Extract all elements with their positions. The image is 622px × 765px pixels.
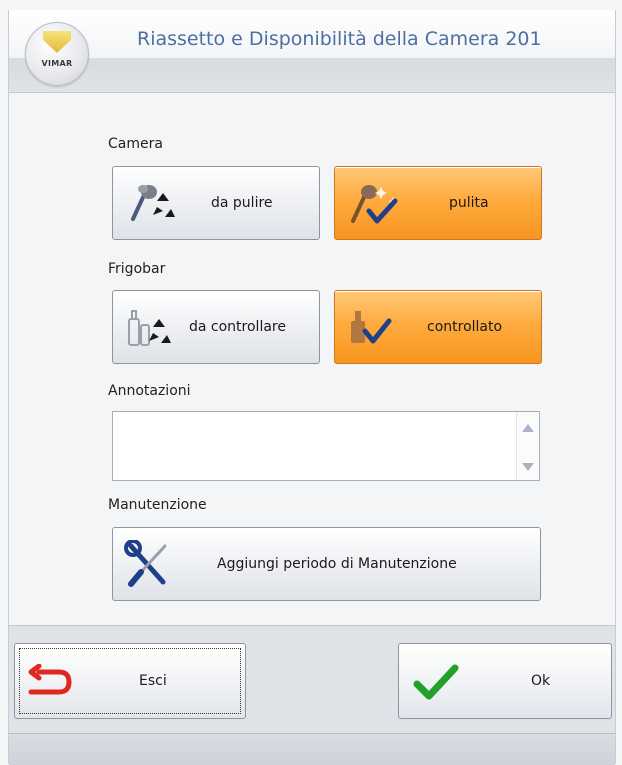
status-bar bbox=[9, 733, 615, 765]
camera-clean-button[interactable]: pulita bbox=[334, 166, 542, 240]
window-title: Riassetto e Disponibilità della Camera 2… bbox=[137, 28, 542, 50]
minibar-checked-label: controllato bbox=[427, 319, 503, 335]
checkmark-icon bbox=[413, 664, 459, 700]
vimar-logo-mark bbox=[43, 31, 71, 53]
ok-label: Ok bbox=[531, 673, 551, 689]
bottles-check-icon bbox=[351, 311, 392, 344]
scroll-down-arrow-icon[interactable] bbox=[522, 463, 534, 471]
dialog-window: VIMAR Riassetto e Disponibilità della Ca… bbox=[8, 10, 616, 765]
minibar-label: Frigobar bbox=[108, 261, 166, 277]
minibar-to-check-button[interactable]: da controllare bbox=[112, 290, 320, 364]
camera-label: Camera bbox=[108, 136, 163, 152]
camera-clean-label: pulita bbox=[449, 195, 489, 211]
vimar-logo-text: VIMAR bbox=[41, 59, 73, 68]
back-arrow-icon bbox=[28, 664, 72, 695]
maintenance-label: Manutenzione bbox=[108, 497, 207, 513]
minibar-to-check-label: da controllare bbox=[189, 319, 286, 335]
exit-label: Esci bbox=[139, 673, 167, 689]
ok-button[interactable]: Ok bbox=[398, 643, 612, 719]
add-maintenance-button[interactable]: Aggiungi periodo di Manutenzione bbox=[112, 527, 541, 601]
scroll-up-arrow-icon[interactable] bbox=[522, 424, 534, 432]
dialog-footer: Esci Ok bbox=[9, 625, 615, 734]
clean-room-check-icon bbox=[351, 185, 398, 224]
notes-scrollbar[interactable] bbox=[516, 412, 539, 480]
vimar-logo: VIMAR bbox=[25, 22, 89, 86]
exit-button[interactable]: Esci bbox=[14, 643, 246, 719]
title-bar: VIMAR Riassetto e Disponibilità della Ca… bbox=[9, 10, 615, 93]
minibar-checked-button[interactable]: controllato bbox=[334, 290, 542, 364]
camera-dirty-label: da pulire bbox=[211, 195, 273, 211]
dirty-room-recycle-icon bbox=[131, 185, 175, 221]
notes-textarea[interactable] bbox=[112, 411, 540, 481]
camera-dirty-button[interactable]: da pulire bbox=[112, 166, 320, 240]
notes-label: Annotazioni bbox=[108, 383, 191, 399]
bottles-recycle-icon bbox=[128, 310, 171, 346]
add-maintenance-label: Aggiungi periodo di Manutenzione bbox=[217, 556, 457, 572]
tools-wrench-screwdriver-icon bbox=[124, 540, 167, 587]
